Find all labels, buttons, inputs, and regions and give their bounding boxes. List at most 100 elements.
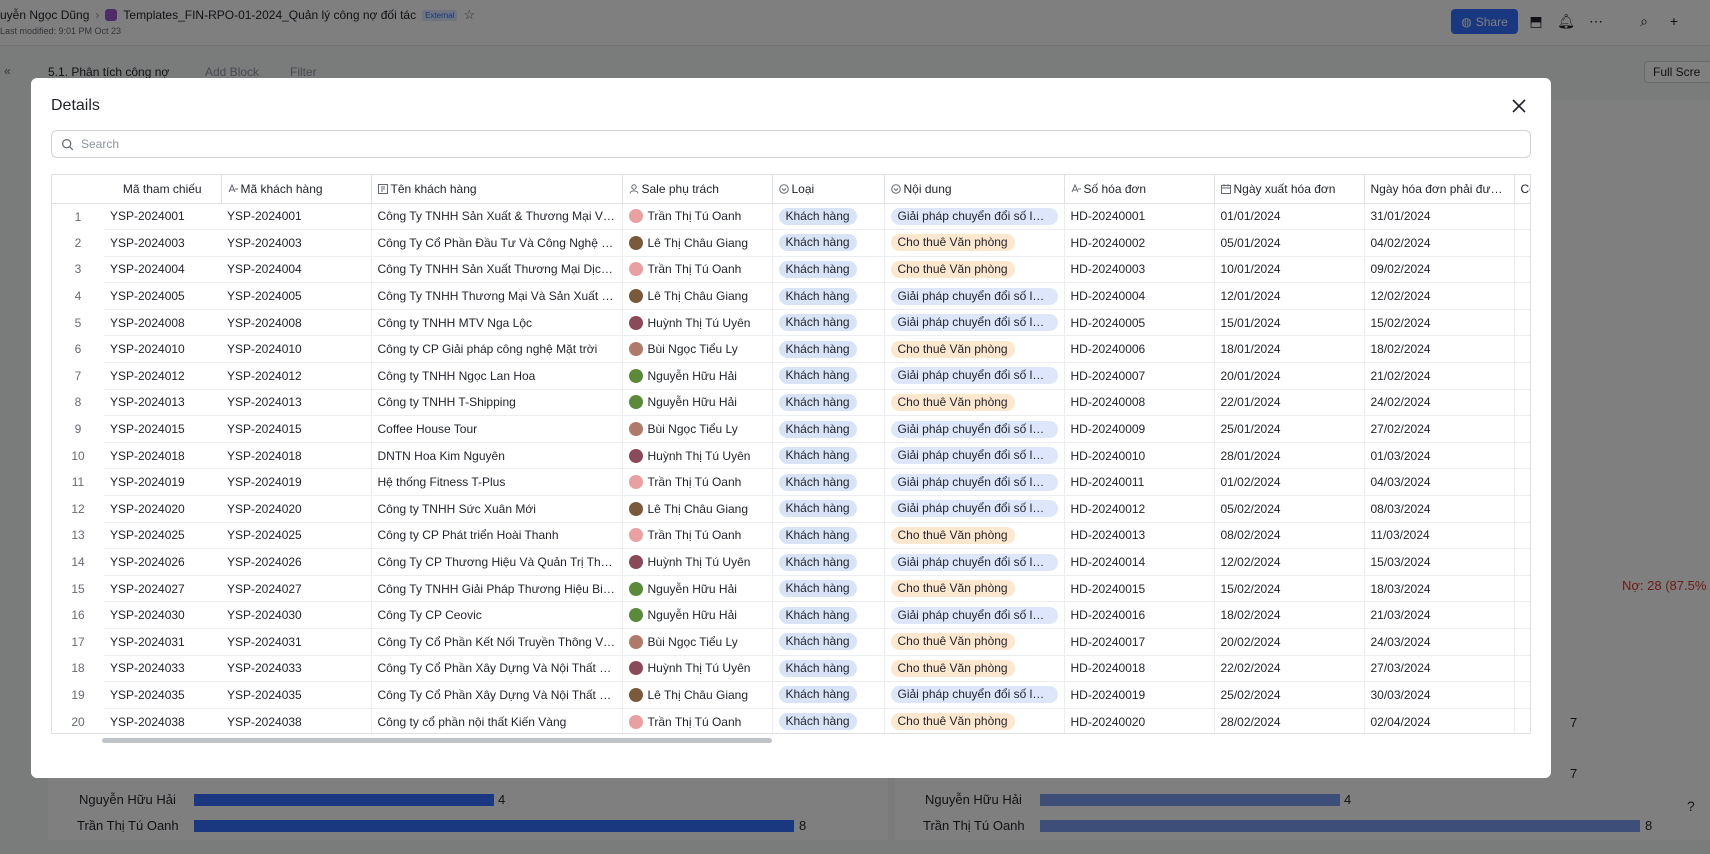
cell-ma-tham-chieu[interactable]: YSP-2024013 xyxy=(104,389,221,417)
cell-so-hoa-don[interactable]: HD-20240015 xyxy=(1064,575,1215,603)
cell-ten-khach-hang[interactable]: DNTN Hoa Kim Nguyên xyxy=(371,442,623,470)
cell-ma-khach-hang[interactable]: YSP-2024033 xyxy=(221,655,372,683)
cell-ma-tham-chieu[interactable]: YSP-2024008 xyxy=(104,309,221,337)
cell-ma-tham-chieu[interactable]: YSP-2024005 xyxy=(104,282,221,310)
table-row[interactable]: 16 YSP-2024030 YSP-2024030 Công Ty CP Ceovi… xyxy=(52,601,1530,629)
cell-so-hoa-don[interactable]: HD-20240016 xyxy=(1064,601,1215,629)
header-ngay-hoa-don-phai-duoc[interactable]: Ngày hóa đơn phải được... xyxy=(1364,175,1515,204)
cell-co[interactable] xyxy=(1514,362,1530,390)
cell-ma-khach-hang[interactable]: YSP-2024030 xyxy=(221,601,372,629)
cell-sale-phu-trach[interactable]: Nguyễn Hữu Hải xyxy=(622,362,773,390)
table-row[interactable]: 18 YSP-2024033 YSP-2024033 Công Ty Cổ Phần … xyxy=(52,655,1530,683)
cell-noi-dung[interactable]: Giải pháp chuyển đổi số lên... xyxy=(884,203,1065,231)
table-row[interactable]: 15 YSP-2024027 YSP-2024027 Công Ty TNHH Giả… xyxy=(52,575,1530,603)
cell-loai[interactable]: Khách hàng xyxy=(772,548,885,576)
cell-ten-khach-hang[interactable]: Hệ thống Fitness T-Plus xyxy=(371,468,623,497)
cell-so-hoa-don[interactable]: HD-20240006 xyxy=(1064,335,1215,364)
cell-ngay-hoa-don-phai-duoc[interactable]: 30/03/2024 xyxy=(1364,681,1515,709)
table-row[interactable]: 5 YSP-2024008 YSP-2024008 Công ty TNHH MTV … xyxy=(52,309,1530,337)
cell-noi-dung[interactable]: Cho thuê Văn phòng xyxy=(884,575,1065,603)
cell-ma-tham-chieu[interactable]: YSP-2024038 xyxy=(104,708,221,733)
cell-ngay-xuat-hoa-don[interactable]: 12/02/2024 xyxy=(1214,548,1365,576)
cell-ten-khach-hang[interactable]: Công Ty TNHH Sản Xuất Thương Mại Dịch V.… xyxy=(371,256,623,284)
cell-noi-dung[interactable]: Giải pháp chuyển đổi số lên... xyxy=(884,468,1065,497)
cell-loai[interactable]: Khách hàng xyxy=(772,442,885,470)
cell-ten-khach-hang[interactable]: Công Ty TNHH Giải Pháp Thương Hiệu Big .… xyxy=(371,575,623,603)
cell-noi-dung[interactable]: Cho thuê Văn phòng xyxy=(884,628,1065,656)
cell-ma-khach-hang[interactable]: YSP-2024004 xyxy=(221,256,372,284)
cell-ten-khach-hang[interactable]: Công ty TNHH MTV Nga Lộc xyxy=(371,309,623,337)
cell-co[interactable] xyxy=(1514,522,1530,550)
cell-loai[interactable]: Khách hàng xyxy=(772,229,885,257)
table-row[interactable]: 10 YSP-2024018 YSP-2024018 DNTN Hoa Kim Ngu… xyxy=(52,442,1530,470)
cell-co[interactable] xyxy=(1514,335,1530,364)
cell-co[interactable] xyxy=(1514,601,1530,629)
cell-ngay-xuat-hoa-don[interactable]: 12/01/2024 xyxy=(1214,282,1365,310)
table-row[interactable]: 12 YSP-2024020 YSP-2024020 Công ty TNHH Sức… xyxy=(52,495,1530,523)
cell-ma-khach-hang[interactable]: YSP-2024018 xyxy=(221,442,372,470)
cell-sale-phu-trach[interactable]: Bùi Ngọc Tiểu Ly xyxy=(622,335,773,364)
cell-ten-khach-hang[interactable]: Công Ty TNHH Thương Mại Và Sản Xuất D.P.… xyxy=(371,282,623,310)
cell-co[interactable] xyxy=(1514,495,1530,523)
cell-loai[interactable]: Khách hàng xyxy=(772,415,885,443)
cell-sale-phu-trach[interactable]: Lê Thị Châu Giang xyxy=(622,229,773,257)
cell-ngay-xuat-hoa-don[interactable]: 01/02/2024 xyxy=(1214,468,1365,497)
cell-loai[interactable]: Khách hàng xyxy=(772,389,885,417)
cell-sale-phu-trach[interactable]: Trần Thị Tú Oanh xyxy=(622,708,773,733)
cell-sale-phu-trach[interactable]: Nguyễn Hữu Hải xyxy=(622,389,773,417)
cell-ma-tham-chieu[interactable]: YSP-2024003 xyxy=(104,229,221,257)
cell-noi-dung[interactable]: Cho thuê Văn phòng xyxy=(884,256,1065,284)
cell-ngay-hoa-don-phai-duoc[interactable]: 27/02/2024 xyxy=(1364,415,1515,443)
cell-co[interactable] xyxy=(1514,708,1530,733)
table-row[interactable]: 14 YSP-2024026 YSP-2024026 Công Ty CP Thươn… xyxy=(52,548,1530,576)
cell-ma-khach-hang[interactable]: YSP-2024031 xyxy=(221,628,372,656)
cell-ten-khach-hang[interactable]: Công Ty CP Thương Hiệu Và Quản Trị Thanh… xyxy=(371,548,623,576)
cell-ngay-xuat-hoa-don[interactable]: 05/02/2024 xyxy=(1214,495,1365,523)
table-row[interactable]: 7 YSP-2024012 YSP-2024012 Công ty TNHH Ngọc… xyxy=(52,362,1530,390)
header-noi-dung[interactable]: Nội dung xyxy=(884,175,1065,204)
cell-ngay-xuat-hoa-don[interactable]: 01/01/2024 xyxy=(1214,203,1365,231)
cell-ten-khach-hang[interactable]: Công Ty Cổ Phần Xây Dựng Và Nội Thất Mi.… xyxy=(371,655,623,683)
cell-so-hoa-don[interactable]: HD-20240001 xyxy=(1064,203,1215,231)
cell-ngay-hoa-don-phai-duoc[interactable]: 04/03/2024 xyxy=(1364,468,1515,497)
cell-sale-phu-trach[interactable]: Trần Thị Tú Oanh xyxy=(622,468,773,497)
cell-loai[interactable]: Khách hàng xyxy=(772,468,885,497)
search-box[interactable] xyxy=(51,130,1531,158)
cell-so-hoa-don[interactable]: HD-20240019 xyxy=(1064,681,1215,709)
cell-ngay-xuat-hoa-don[interactable]: 28/01/2024 xyxy=(1214,442,1365,470)
cell-ma-tham-chieu[interactable]: YSP-2024030 xyxy=(104,601,221,629)
cell-ma-khach-hang[interactable]: YSP-2024013 xyxy=(221,389,372,417)
cell-co[interactable] xyxy=(1514,442,1530,470)
cell-so-hoa-don[interactable]: HD-20240010 xyxy=(1064,442,1215,470)
cell-so-hoa-don[interactable]: HD-20240005 xyxy=(1064,309,1215,337)
cell-noi-dung[interactable]: Cho thuê Văn phòng xyxy=(884,708,1065,733)
cell-ngay-hoa-don-phai-duoc[interactable]: 18/03/2024 xyxy=(1364,575,1515,603)
cell-ngay-xuat-hoa-don[interactable]: 08/02/2024 xyxy=(1214,522,1365,550)
cell-ngay-xuat-hoa-don[interactable]: 05/01/2024 xyxy=(1214,229,1365,257)
cell-ngay-hoa-don-phai-duoc[interactable]: 15/03/2024 xyxy=(1364,548,1515,576)
cell-ma-tham-chieu[interactable]: YSP-2024027 xyxy=(104,575,221,603)
cell-co[interactable] xyxy=(1514,468,1530,497)
cell-co[interactable] xyxy=(1514,256,1530,284)
header-ma-khach-hang[interactable]: Mã khách hàng xyxy=(221,175,372,204)
cell-sale-phu-trach[interactable]: Lê Thị Châu Giang xyxy=(622,282,773,310)
cell-ma-khach-hang[interactable]: YSP-2024015 xyxy=(221,415,372,443)
cell-ngay-xuat-hoa-don[interactable]: 28/02/2024 xyxy=(1214,708,1365,733)
cell-ma-khach-hang[interactable]: YSP-2024003 xyxy=(221,229,372,257)
table-row[interactable]: 11 YSP-2024019 YSP-2024019 Hệ thống Fitness… xyxy=(52,468,1530,497)
cell-ma-tham-chieu[interactable]: YSP-2024031 xyxy=(104,628,221,656)
cell-ngay-hoa-don-phai-duoc[interactable]: 08/03/2024 xyxy=(1364,495,1515,523)
cell-ngay-xuat-hoa-don[interactable]: 18/02/2024 xyxy=(1214,601,1365,629)
header-sale-phu-trach[interactable]: Sale phụ trách xyxy=(622,175,773,204)
cell-ngay-hoa-don-phai-duoc[interactable]: 01/03/2024 xyxy=(1364,442,1515,470)
cell-sale-phu-trach[interactable]: Nguyễn Hữu Hải xyxy=(622,575,773,603)
cell-ngay-hoa-don-phai-duoc[interactable]: 27/03/2024 xyxy=(1364,655,1515,683)
cell-sale-phu-trach[interactable]: Nguyễn Hữu Hải xyxy=(622,601,773,629)
cell-so-hoa-don[interactable]: HD-20240002 xyxy=(1064,229,1215,257)
cell-ten-khach-hang[interactable]: Công Ty Cổ Phần Đầu Tư Và Công Nghệ Đứ..… xyxy=(371,229,623,257)
cell-ma-khach-hang[interactable]: YSP-2024027 xyxy=(221,575,372,603)
cell-sale-phu-trach[interactable]: Huỳnh Thị Tú Uyên xyxy=(622,442,773,470)
cell-co[interactable] xyxy=(1514,681,1530,709)
cell-ngay-xuat-hoa-don[interactable]: 25/02/2024 xyxy=(1214,681,1365,709)
cell-ma-tham-chieu[interactable]: YSP-2024019 xyxy=(104,468,221,497)
